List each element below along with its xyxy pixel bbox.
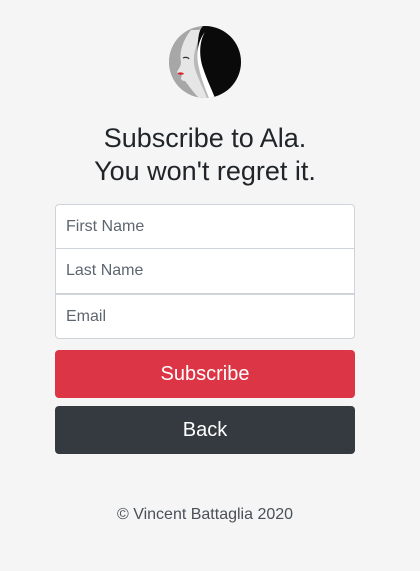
- woman-profile-logo-icon: [169, 26, 241, 98]
- subscribe-button[interactable]: Subscribe: [55, 350, 355, 398]
- last-name-input[interactable]: [55, 249, 355, 294]
- footer-copyright: © Vincent Battaglia 2020: [116, 506, 294, 523]
- subscribe-page: Subscribe to Ala. You won't regret it. S…: [0, 0, 420, 571]
- page-title: Subscribe to Ala. You won't regret it.: [0, 122, 410, 188]
- subscribe-form: [55, 204, 355, 339]
- title-line-1: Subscribe to Ala.: [103, 123, 307, 153]
- back-button[interactable]: Back: [55, 406, 355, 454]
- title-line-2: You won't regret it.: [94, 156, 316, 186]
- first-name-input[interactable]: [55, 204, 355, 249]
- email-input[interactable]: [55, 294, 355, 339]
